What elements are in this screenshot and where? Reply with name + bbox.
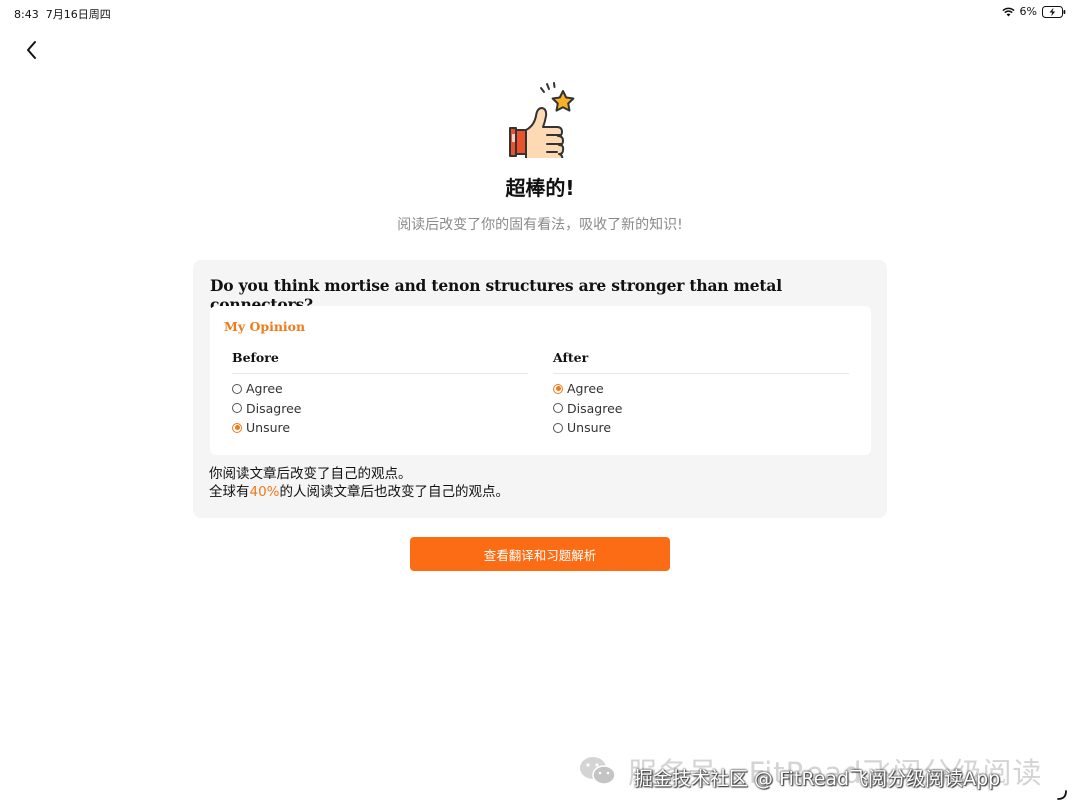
wifi-icon: [1001, 7, 1015, 17]
status-bar: 8:43 7月16日周四 6%: [0, 0, 1080, 26]
opinion-stats: 你阅读文章后改变了自己的观点。 全球有40%的人阅读文章后也改变了自己的观点。: [209, 465, 509, 501]
after-column: After Agree Disagree Unsure: [553, 350, 849, 438]
stat-line-2: 全球有40%的人阅读文章后也改变了自己的观点。: [209, 484, 510, 500]
stat-percent: 40%: [249, 484, 280, 500]
battery-percent: 6%: [1019, 5, 1037, 18]
before-option-unsure[interactable]: Unsure: [232, 418, 528, 438]
watermark-front-text: 掘金技术社区 @ FitRead飞阅分级阅读App: [634, 768, 1001, 790]
watermark: 服务号 · FitRead飞阅分级阅读 掘金技术社区 @ FitRead飞阅分级…: [578, 750, 1043, 792]
after-option-agree[interactable]: Agree: [553, 379, 849, 399]
radio-icon: [232, 403, 242, 414]
after-option-unsure[interactable]: Unsure: [553, 418, 849, 438]
stat-line-1: 你阅读文章后改变了自己的观点。: [209, 466, 412, 482]
before-title: Before: [232, 350, 528, 374]
opinion-label: My Opinion: [224, 319, 306, 334]
radio-icon: [232, 383, 242, 394]
before-option-disagree[interactable]: Disagree: [232, 399, 528, 419]
chevron-left-icon: [27, 41, 36, 59]
radio-checked-icon: [232, 422, 242, 433]
before-column: Before Agree Disagree Unsure: [232, 350, 528, 438]
back-button[interactable]: [20, 38, 44, 62]
before-option-agree[interactable]: Agree: [232, 379, 528, 399]
after-title: After: [553, 350, 849, 374]
hero-title: 超棒的!: [505, 176, 575, 200]
opinion-box: My Opinion Before Agree Disagree Unsure …: [210, 306, 871, 455]
status-right: 6%: [1001, 5, 1066, 18]
radio-icon: [553, 422, 563, 433]
hero-subtitle: 阅读后改变了你的固有看法，吸收了新的知识!: [397, 217, 683, 233]
radio-checked-icon: [553, 383, 563, 394]
battery-charging-icon: [1042, 5, 1066, 18]
thumbs-up-star-icon: [503, 82, 579, 164]
status-time: 8:43 7月16日周四: [14, 8, 111, 21]
resize-corner-icon: [1056, 786, 1068, 800]
view-translation-button[interactable]: 查看翻译和习题解析: [410, 537, 670, 571]
opinion-card: Do you think mortise and tenon structure…: [193, 260, 887, 518]
wechat-icon: [578, 754, 618, 788]
radio-icon: [553, 403, 563, 414]
after-option-disagree[interactable]: Disagree: [553, 399, 849, 419]
